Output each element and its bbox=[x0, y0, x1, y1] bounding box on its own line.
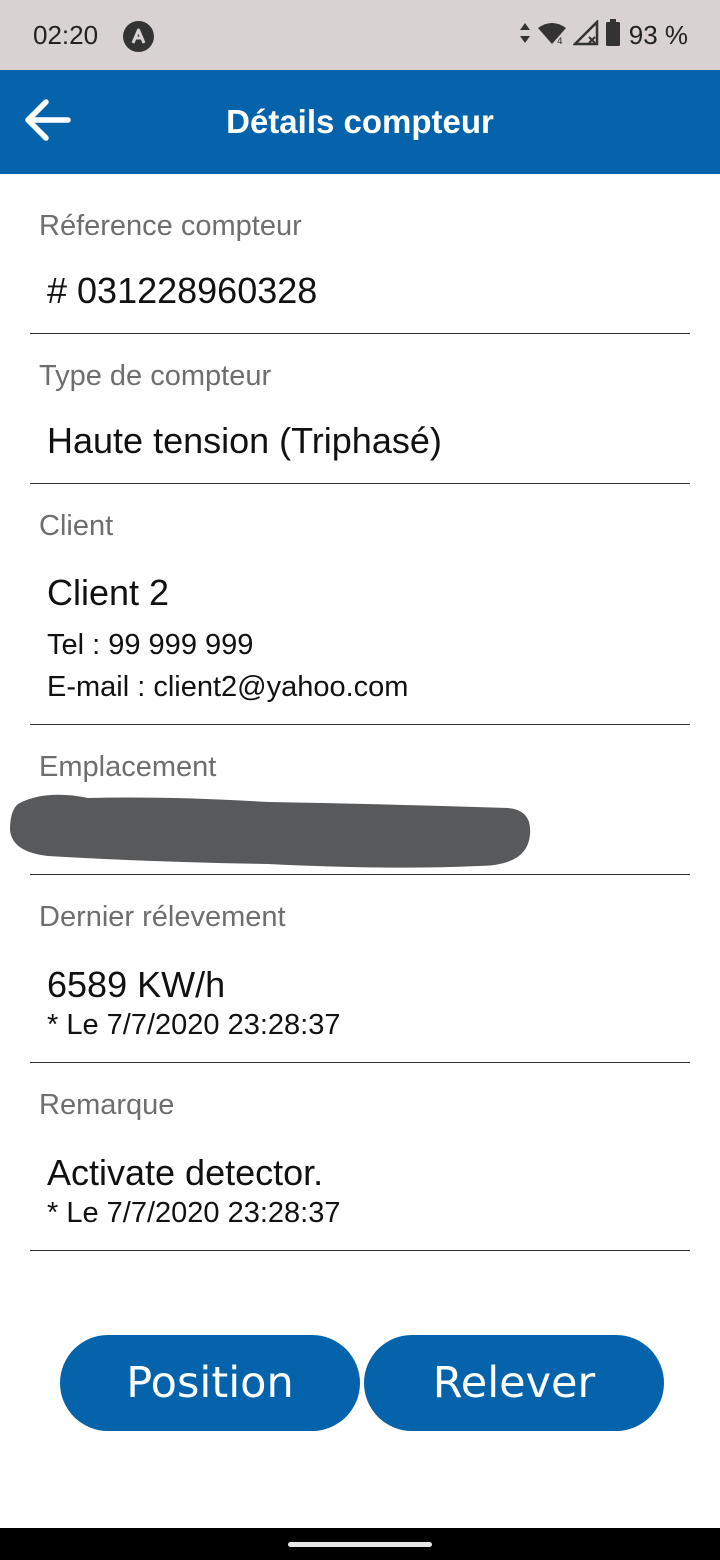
remarque-value: Activate detector. bbox=[47, 1152, 324, 1193]
home-gesture-handle[interactable] bbox=[288, 1542, 432, 1547]
page-title: Détails compteur bbox=[226, 103, 494, 140]
type-label: Type de compteur bbox=[39, 360, 272, 392]
status-time: 02:20 bbox=[33, 20, 99, 50]
reference-field: Réference compteur # 031228960328 bbox=[30, 174, 690, 334]
remarque-date: * Le 7/7/2020 23:28:37 bbox=[47, 1197, 341, 1229]
emplacement-label: Emplacement bbox=[39, 751, 217, 783]
position-button[interactable]: Position bbox=[60, 1335, 360, 1431]
reference-value: # 031228960328 bbox=[47, 270, 318, 311]
releve-date: * Le 7/7/2020 23:28:37 bbox=[47, 1009, 341, 1041]
remarque-label: Remarque bbox=[39, 1089, 175, 1121]
data-arrows-icon bbox=[519, 21, 531, 50]
reference-label: Réference compteur bbox=[39, 210, 302, 242]
releve-label: Dernier rélevement bbox=[39, 901, 286, 933]
redaction-scribble bbox=[10, 794, 531, 868]
client-tel: Tel : 99 999 999 bbox=[47, 629, 254, 661]
releve-value: 6589 KW/h bbox=[47, 964, 226, 1005]
client-field: Client Client 2 Tel : 99 999 999 E-mail … bbox=[30, 484, 690, 725]
navigation-bar bbox=[0, 1528, 720, 1560]
releve-field: Dernier rélevement 6589 KW/h * Le 7/7/20… bbox=[30, 875, 690, 1063]
relever-button[interactable]: Relever bbox=[364, 1335, 664, 1431]
app-bar: Détails compteur bbox=[0, 70, 720, 174]
wifi-icon: 4 bbox=[537, 21, 567, 50]
client-email: E-mail : client2@yahoo.com bbox=[47, 671, 409, 703]
battery-percentage: 93 % bbox=[628, 19, 688, 50]
svg-text:4: 4 bbox=[557, 37, 563, 45]
type-value: Haute tension (Triphasé) bbox=[47, 420, 442, 461]
battery-icon bbox=[605, 18, 621, 52]
remarque-field: Remarque Activate detector. * Le 7/7/202… bbox=[30, 1063, 690, 1251]
type-field: Type de compteur Haute tension (Triphasé… bbox=[30, 334, 690, 484]
client-label: Client bbox=[39, 510, 114, 542]
cell-signal-icon bbox=[571, 18, 599, 51]
app-notification-icon bbox=[123, 21, 154, 52]
client-name: Client 2 bbox=[47, 572, 170, 613]
status-bar: 02:20 4 93 % bbox=[0, 0, 720, 70]
status-icons: 4 93 % bbox=[519, 18, 688, 52]
